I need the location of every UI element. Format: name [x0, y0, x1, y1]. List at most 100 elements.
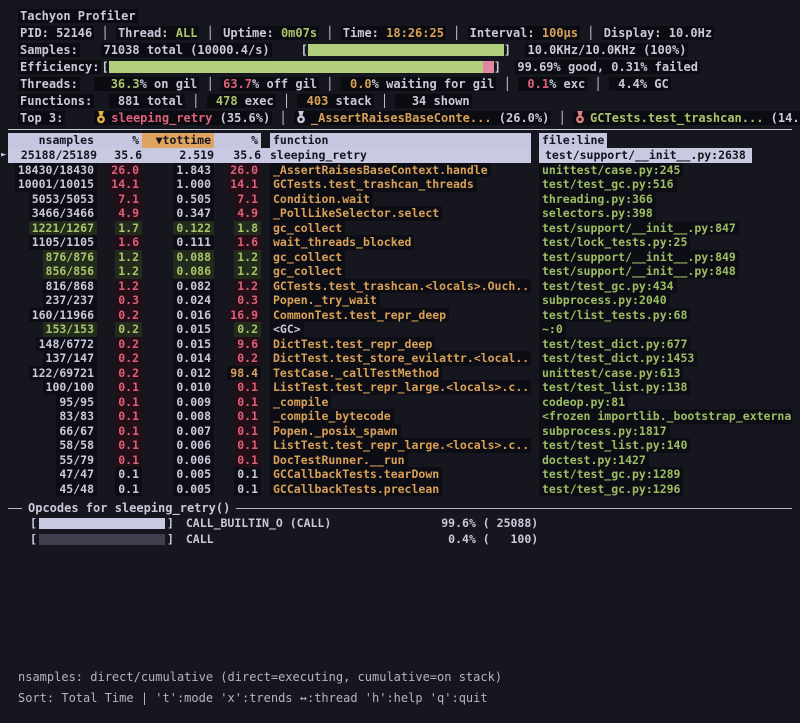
table-row[interactable]: 137/1470.20.0140.2DictTest.test_store_ev… [8, 351, 792, 366]
nsamples-cell: 95/95 [8, 395, 97, 410]
cell-text: wait_threads_blocked [270, 235, 414, 250]
status-value: 52146 [56, 26, 92, 40]
function-cell: DocTestRunner.__run [261, 453, 531, 468]
cumpct-cell: 0.3 [214, 293, 261, 308]
table-row[interactable]: 816/8681.20.0821.2GCTests.test_trashcan.… [8, 279, 792, 294]
cell-text: 0.2 [234, 351, 261, 366]
cell-text: 0.1 [115, 438, 142, 453]
opcodes-title: Opcodes for sleeping_retry() [28, 501, 230, 515]
status-label: PID: [20, 26, 56, 40]
table-row[interactable]: 1221/12671.70.1221.8gc_collecttest/suppo… [8, 221, 792, 236]
cell-text: ListTest.test_repr_large.<locals>.c... [270, 380, 531, 395]
nsamples-cell: 47/47 [8, 467, 97, 482]
cell-text: DictTest.test_store_evilattr.<local... [270, 351, 531, 366]
cell-text: 0.2 [115, 351, 142, 366]
column-header-nsamples[interactable]: nsamples [8, 133, 97, 148]
tottime-cell: 0.014 [142, 351, 214, 366]
table-row-selected[interactable]: 25188/2518935.62.51935.6sleeping_retryte… [8, 148, 792, 163]
functions-value: 478 [209, 94, 238, 108]
cell-text: Popen._try_wait [270, 293, 380, 308]
functions-suffix: stack [328, 94, 371, 108]
table-row[interactable]: 5053/50537.10.5057.1Condition.waitthread… [8, 192, 792, 207]
top3-row: Top 3: sleeping_retry (35.6%) │ _AssertR… [18, 110, 794, 127]
file-cell: subprocess.py:1817 [531, 424, 792, 439]
top3-function-name: _AssertRaisesBaseConte... [311, 111, 492, 125]
table-row-main: 100/1000.10.0100.1ListTest.test_repr_lar… [8, 380, 531, 395]
status-bar: PID: 52146 │ Thread: ALL │ Uptime: 0m07s… [18, 25, 794, 42]
pct-cell: 4.9 [97, 206, 142, 221]
file-cell: subprocess.py:2040 [531, 293, 792, 308]
cell-text: 26.0 [227, 163, 261, 178]
table-row[interactable]: 122/697210.20.01298.4TestCase._callTestM… [8, 366, 792, 381]
nsamples-cell: 1105/1105 [8, 235, 97, 250]
nsamples-cell: 153/153 [8, 322, 97, 337]
table-row[interactable]: 148/67720.20.0159.6DictTest.test_repr_de… [8, 337, 792, 352]
efficiency-bar [109, 61, 494, 73]
top3-item[interactable]: GCTests.test_trashcan... (14.1%) [573, 111, 800, 125]
table-row[interactable]: 10001/1001514.11.00014.1GCTests.test_tra… [8, 177, 792, 192]
table-row-main: 58/580.10.0060.1ListTest.test_repr_large… [8, 438, 531, 453]
cell-text: 1.6 [115, 235, 142, 250]
function-cell: _compile_bytecode [261, 409, 531, 424]
nsamples-cell: 66/67 [8, 424, 97, 439]
table-row[interactable]: 55/790.10.0060.1DocTestRunner.__rundocte… [8, 453, 792, 468]
cumpct-cell: 0.1 [214, 380, 261, 395]
opcodes-panel: Opcodes for sleeping_retry() []CALL_BUIL… [8, 501, 792, 547]
cell-text: 0.1 [115, 424, 142, 439]
table-row[interactable]: 66/670.10.0070.1Popen._posix_spawnsubpro… [8, 424, 792, 439]
cell-text: 148/6772 [36, 337, 97, 352]
table-row[interactable]: 160/119660.20.01616.9CommonTest.test_rep… [8, 308, 792, 323]
cell-text: 0.024 [173, 293, 214, 308]
table-row[interactable]: 83/830.10.0080.1_compile_bytecode<frozen… [8, 409, 792, 424]
table-row[interactable]: 237/2370.30.0240.3Popen._try_waitsubproc… [8, 293, 792, 308]
table-row[interactable]: 100/1000.10.0100.1ListTest.test_repr_lar… [8, 380, 792, 395]
table-row[interactable]: 153/1530.20.0150.2<GC>~:0 [8, 322, 792, 337]
column-header-function[interactable]: function [261, 133, 531, 148]
table-row[interactable]: 876/8761.20.0881.2gc_collecttest/support… [8, 250, 792, 265]
function-cell: _AssertRaisesBaseContext.handle [261, 163, 531, 178]
top3-item[interactable]: sleeping_retry (35.6%) [94, 111, 272, 125]
cell-text: 18430/18430 [15, 163, 97, 178]
separator-bar: │ [279, 111, 286, 125]
file-cell: test/support/__init__.py:848 [531, 264, 792, 279]
cell-text: 1.843 [173, 163, 214, 178]
cumpct-cell: 0.1 [214, 395, 261, 410]
table-row[interactable]: 18430/1843026.01.84326.0_AssertRaisesBas… [8, 163, 792, 178]
table-row[interactable]: 45/480.10.0050.1GCCallbackTests.preclean… [8, 482, 792, 497]
top3-item[interactable]: _AssertRaisesBaseConte... (26.0%) [294, 111, 551, 125]
tottime-cell: 0.012 [142, 366, 214, 381]
cell-text: 0.012 [173, 366, 214, 381]
threads-suffix: % off gil [252, 77, 317, 91]
table-row[interactable]: 58/580.10.0060.1ListTest.test_repr_large… [8, 438, 792, 453]
pct-cell: 0.1 [97, 380, 142, 395]
file-text: selectors.py:398 [539, 206, 656, 221]
table-row[interactable]: 3466/34664.90.3474.9_PollLikeSelector.se… [8, 206, 792, 221]
cell-text: 100/100 [43, 380, 97, 395]
cell-text: 0.086 [173, 264, 214, 279]
column-header-cumpct[interactable]: % [214, 133, 261, 148]
table-row[interactable]: 1105/11051.60.1111.6wait_threads_blocked… [8, 235, 792, 250]
table-row-main: 122/697210.20.01298.4TestCase._callTestM… [8, 366, 531, 381]
file-cell: test/test_dict.py:1453 [531, 351, 792, 366]
cell-text: _AssertRaisesBaseContext.handle [270, 163, 491, 178]
cell-text: 25188/25189 [21, 148, 97, 162]
function-cell: CommonTest.test_repr_deep [261, 308, 531, 323]
cell-text: 153/153 [43, 322, 97, 337]
opcode-percent: 99.6% [418, 515, 476, 531]
column-header-tottime[interactable]: ▼tottime [142, 133, 214, 148]
pct-cell: 26.0 [97, 163, 142, 178]
table-row[interactable]: 856/8561.20.0861.2gc_collecttest/support… [8, 264, 792, 279]
file-text: test/lock_tests.py:25 [539, 235, 690, 250]
column-header-file[interactable]: file:line [531, 133, 792, 148]
cumpct-cell: 16.9 [214, 308, 261, 323]
table-row[interactable]: 95/950.10.0090.1_compilecodeop.py:81 [8, 395, 792, 410]
table-row[interactable]: 47/470.10.0050.1GCCallbackTests.tearDown… [8, 467, 792, 482]
file-text: test/support/__init__.py:2638 [539, 148, 752, 163]
samples-bar-open: [ [301, 43, 308, 57]
cumpct-cell: 98.4 [214, 366, 261, 381]
file-cell: ~:0 [531, 322, 792, 337]
separator-bar: │ [587, 26, 594, 40]
column-header-pct[interactable]: % [97, 133, 142, 148]
cell-text: 7.1 [115, 192, 142, 207]
functions-row: Functions: 881 total │ 478 exec │ 403 st… [18, 93, 794, 110]
